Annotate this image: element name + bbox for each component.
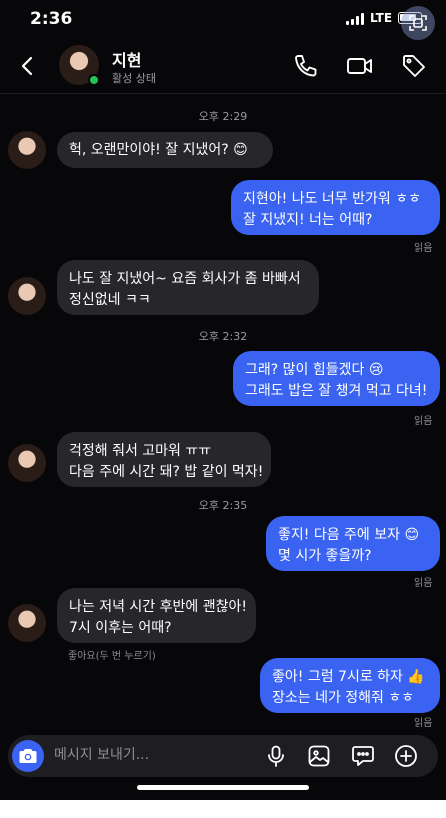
home-indicator[interactable] <box>137 785 309 790</box>
message-line: 잘 지냈지! 너는 어때? <box>243 212 373 228</box>
message-line: 지현아! 나도 너무 반가워 ㅎㅎ <box>243 191 421 207</box>
chat-screen: 2:36 LTE 지현 활성 상태 오후 2:29 헉, 오랜만이야! 잘 지냈… <box>0 0 446 800</box>
outgoing-message[interactable]: 좋지! 다음 주에 보자 😊 몇 시가 좋을까? <box>266 516 440 571</box>
phone-icon[interactable] <box>292 52 320 80</box>
message-input[interactable] <box>54 747 254 763</box>
microphone-icon[interactable] <box>264 744 288 768</box>
message-text: 헉, 오랜만이야! 잘 지냈어? 😊 <box>69 142 248 158</box>
message-line: 7시 이후는 어때? <box>69 620 172 636</box>
outgoing-message[interactable]: 그래? 많이 힘들겠다 😢 그래도 밥은 잘 챙겨 먹고 다녀! <box>233 351 440 406</box>
incoming-message[interactable]: 나는 저녁 시간 후반에 괜찮아! 7시 이후는 어때? <box>57 588 256 643</box>
read-receipt: 읽음 <box>414 416 433 427</box>
message-line: 나도 잘 지냈어~ 요즘 회사가 좀 바빠서 <box>69 271 301 287</box>
message-line: 정신없네 ㅋㅋ <box>69 292 151 308</box>
plus-icon[interactable] <box>394 744 418 768</box>
timestamp: 오후 2:29 <box>198 110 248 123</box>
message-line: 걱정해 줘서 고마워 ㅠㅠ <box>69 443 212 459</box>
sender-avatar[interactable] <box>8 444 46 482</box>
message-composer <box>8 735 438 777</box>
message-line: 좋지! 다음 주에 보자 😊 <box>278 527 420 543</box>
timestamp: 오후 2:35 <box>198 499 248 512</box>
sender-avatar[interactable] <box>8 604 46 642</box>
tag-icon[interactable] <box>400 52 428 80</box>
sender-avatar[interactable] <box>8 131 46 169</box>
message-line: 좋아! 그럼 7시로 하자 👍 <box>272 669 425 685</box>
timestamp: 오후 2:32 <box>198 330 248 343</box>
back-arrow-icon[interactable] <box>16 54 40 78</box>
message-line: 장소는 네가 정해줘 ㅎㅎ <box>272 690 415 706</box>
signal-icon <box>346 13 366 25</box>
message-line: 나는 저녁 시간 후반에 괜찮아! <box>69 599 247 615</box>
message-line: 몇 시가 좋을까? <box>278 548 372 564</box>
contact-name[interactable]: 지현 <box>112 47 141 71</box>
video-icon[interactable] <box>346 52 374 80</box>
double-tap-like-hint[interactable]: 좋아요(두 번 누르기) <box>68 647 156 662</box>
outgoing-message[interactable]: 좋아! 그럼 7시로 하자 👍 장소는 네가 정해줘 ㅎㅎ <box>260 658 440 713</box>
status-bar: 2:36 LTE <box>0 0 446 40</box>
network-label: LTE <box>370 11 393 25</box>
online-status-dot <box>88 74 100 86</box>
message-line: 다음 주에 시간 돼? 밥 같이 먹자! <box>69 464 264 480</box>
screenshot-scan-icon[interactable] <box>401 6 435 40</box>
message-line: 그래도 밥은 잘 챙겨 먹고 다녀! <box>245 383 428 399</box>
incoming-message[interactable]: 나도 잘 지냈어~ 요즘 회사가 좀 바빠서 정신없네 ㅋㅋ <box>57 260 319 315</box>
read-receipt: 읽음 <box>414 578 433 589</box>
read-receipt: 읽음 <box>414 718 433 729</box>
camera-icon[interactable] <box>12 740 44 772</box>
chat-header: 지현 활성 상태 <box>0 38 446 94</box>
sticker-icon[interactable] <box>351 744 375 768</box>
read-receipt: 읽음 <box>414 243 433 254</box>
clock: 2:36 <box>30 9 73 29</box>
incoming-message[interactable]: 걱정해 줘서 고마워 ㅠㅠ 다음 주에 시간 돼? 밥 같이 먹자! <box>57 432 271 487</box>
sender-avatar[interactable] <box>8 277 46 315</box>
outgoing-message[interactable]: 지현아! 나도 너무 반가워 ㅎㅎ 잘 지냈지! 너는 어때? <box>231 180 440 235</box>
incoming-message[interactable]: 헉, 오랜만이야! 잘 지냈어? 😊 <box>57 132 273 168</box>
message-line: 그래? 많이 힘들겠다 😢 <box>245 362 384 378</box>
image-icon[interactable] <box>307 744 331 768</box>
presence-status: 활성 상태 <box>112 72 156 85</box>
